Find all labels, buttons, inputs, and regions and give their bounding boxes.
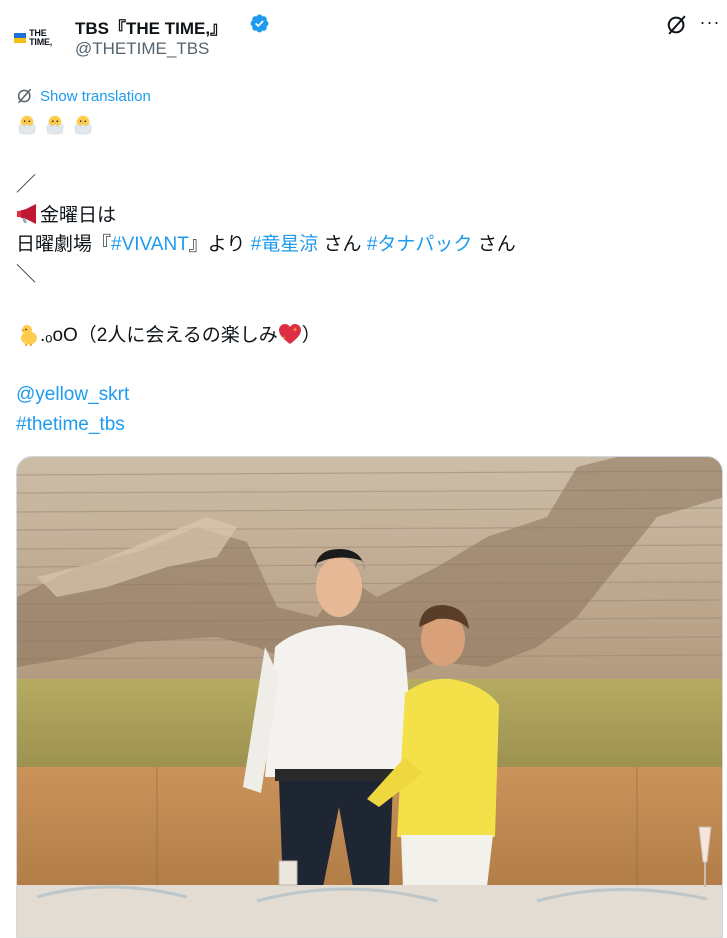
friday-text: 金曜日は (40, 205, 117, 226)
translate-icon (17, 88, 31, 104)
baby-chick-emoji (21, 325, 37, 346)
hatching-chick-emoji (18, 115, 36, 135)
open-slash: ／ (16, 174, 36, 196)
hashtag-tanapack[interactable]: #タナパック (367, 234, 473, 255)
mention-line: @yellow_skrt (16, 383, 129, 407)
thought-text: .ₒoO（2人に会えるの楽しみ (40, 325, 278, 346)
user-handle[interactable]: @THETIME_TBS (75, 39, 209, 59)
chick-emoji-row (16, 113, 94, 135)
hatching-chick-emoji (74, 115, 92, 135)
avatar-logo-text: THE TIME, (29, 28, 53, 47)
tweet-photo[interactable] (16, 456, 723, 938)
hashtag-thetime-tbs[interactable]: #thetime_tbs (16, 414, 125, 435)
thought-line: .ₒoO（2人に会えるの楽しみ ） (16, 322, 321, 348)
hatching-chick-emoji (46, 115, 64, 135)
more-options-button[interactable]: ··· (698, 12, 722, 36)
drama-prefix: 日曜劇場『 (16, 234, 112, 255)
san-text-2: さん (472, 234, 516, 255)
grok-icon[interactable] (666, 14, 688, 36)
drama-mid: 』より (188, 234, 251, 255)
display-name[interactable]: TBS『THE TIME,』 (75, 14, 227, 39)
show-translation-label: Show translation (40, 87, 151, 105)
sparkling-heart-emoji (278, 324, 301, 344)
photo-image (17, 457, 722, 937)
thought-close: ） (301, 325, 321, 346)
friday-line: 金曜日は (16, 203, 116, 228)
megaphone-emoji (17, 204, 36, 224)
avatar[interactable]: THE TIME, (14, 22, 66, 54)
tweet-header: THE TIME, TBS『THE TIME,』 @THETIME_TBS ··… (0, 0, 727, 72)
show-translation-link[interactable]: Show translation (16, 85, 151, 107)
verified-badge-icon[interactable] (249, 13, 270, 34)
san-text-1: さん (318, 234, 367, 255)
hashtag-ryusei[interactable]: #竜星涼 (251, 234, 319, 255)
hashtag-line: #thetime_tbs (16, 413, 125, 437)
logo-flag-icon (14, 33, 27, 43)
drama-line: 日曜劇場『#VIVANT』より #竜星涼 さん #タナパック さん (16, 233, 516, 257)
close-slash: ＼ (16, 264, 36, 286)
hashtag-vivant[interactable]: #VIVANT (111, 234, 189, 255)
mention-yellow-skrt[interactable]: @yellow_skrt (16, 384, 129, 405)
